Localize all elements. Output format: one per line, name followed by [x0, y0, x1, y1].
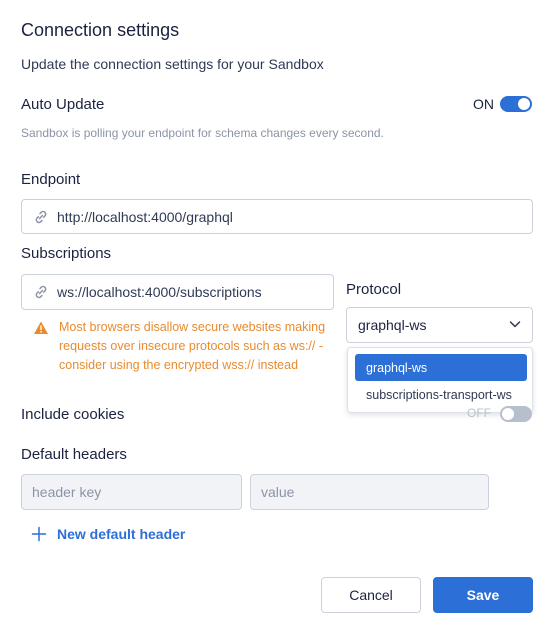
auto-update-hint: Sandbox is polling your endpoint for sch… — [21, 126, 384, 140]
new-default-header-button[interactable]: New default header — [31, 526, 185, 542]
subscriptions-label: Subscriptions — [21, 245, 112, 262]
dialog-title: Connection settings — [21, 20, 180, 40]
auto-update-toggle[interactable] — [500, 96, 532, 112]
endpoint-input[interactable] — [57, 208, 532, 225]
protocol-label: Protocol — [346, 281, 402, 298]
header-key-input[interactable] — [21, 474, 242, 510]
toggle-knob — [518, 98, 530, 110]
protocol-dropdown: graphql-ws subscriptions-transport-ws — [347, 347, 533, 413]
warning-text: Most browsers disallow secure websites m… — [59, 320, 326, 372]
protocol-selected-value: graphql-ws — [358, 317, 427, 333]
warning-icon — [33, 320, 49, 336]
plus-icon — [31, 526, 47, 542]
protocol-option-graphql-ws[interactable]: graphql-ws — [355, 354, 527, 381]
include-cookies-state: OFF — [467, 406, 491, 420]
auto-update-label: Auto Update — [21, 96, 105, 113]
include-cookies-label: Include cookies — [21, 406, 125, 423]
link-icon — [33, 209, 49, 225]
new-default-header-label: New default header — [57, 526, 186, 542]
protocol-select[interactable]: graphql-ws — [346, 307, 533, 343]
dialog-subtitle: Update the connection settings for your … — [21, 56, 324, 72]
endpoint-label: Endpoint — [21, 171, 81, 188]
save-button[interactable]: Save — [433, 577, 533, 613]
subscriptions-field[interactable] — [21, 274, 334, 310]
toggle-knob — [502, 408, 514, 420]
endpoint-field[interactable] — [21, 199, 533, 234]
auto-update-state: ON — [473, 96, 494, 112]
header-value-input[interactable] — [250, 474, 489, 510]
link-icon — [33, 284, 49, 300]
insecure-protocol-warning: Most browsers disallow secure websites m… — [33, 318, 333, 375]
chevron-down-icon — [508, 317, 522, 334]
include-cookies-toggle[interactable] — [500, 406, 532, 422]
subscriptions-input[interactable] — [57, 284, 333, 300]
default-headers-label: Default headers — [21, 446, 127, 463]
protocol-option-subscriptions-transport-ws[interactable]: subscriptions-transport-ws — [366, 388, 512, 402]
cancel-button[interactable]: Cancel — [321, 577, 421, 613]
